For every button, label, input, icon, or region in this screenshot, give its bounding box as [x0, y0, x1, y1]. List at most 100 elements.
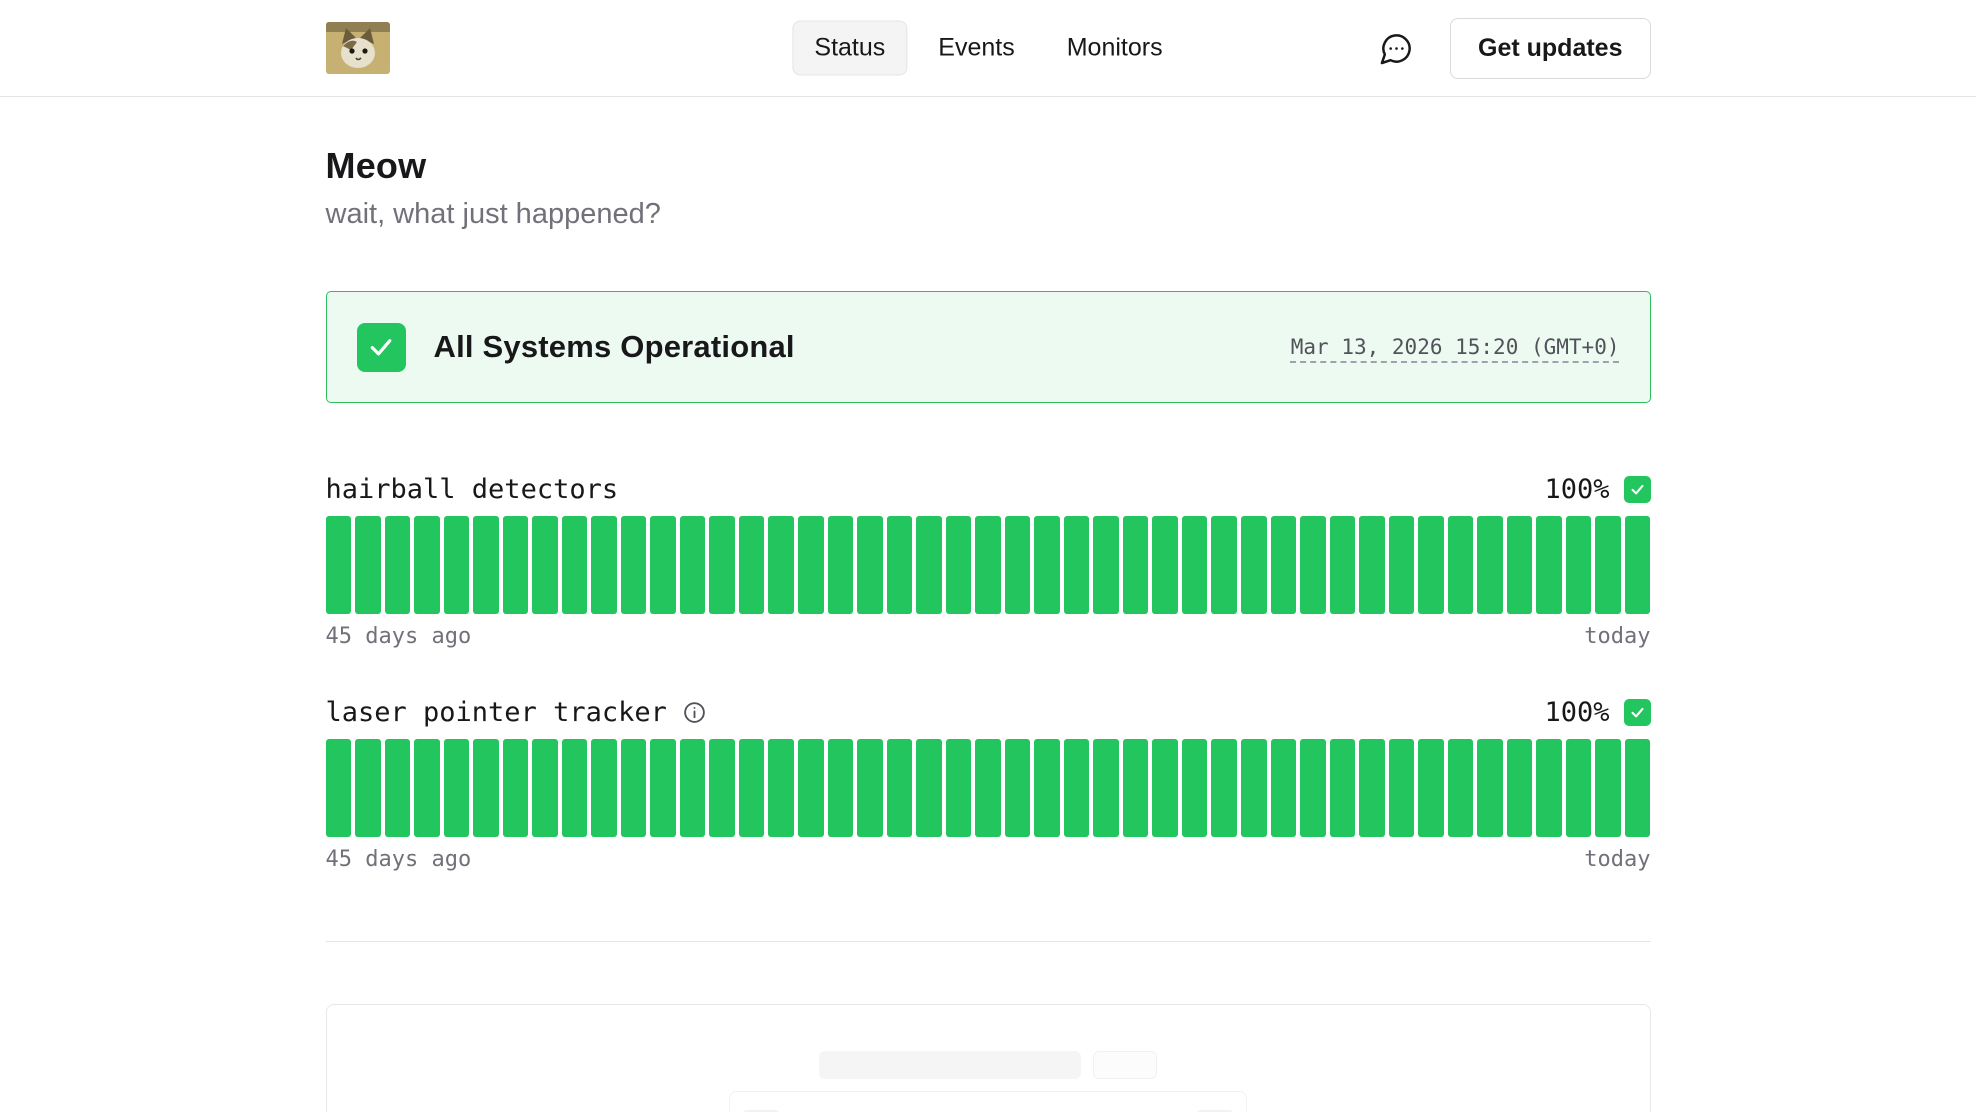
nav-item-events[interactable]: Events [917, 22, 1035, 75]
uptime-bar[interactable] [1566, 516, 1592, 614]
uptime-bar[interactable] [650, 739, 676, 837]
uptime-bar[interactable] [414, 516, 440, 614]
uptime-bar[interactable] [1182, 516, 1208, 614]
uptime-bar[interactable] [444, 516, 470, 614]
uptime-bar[interactable] [1300, 739, 1326, 837]
uptime-bar[interactable] [1625, 516, 1651, 614]
uptime-bar[interactable] [1389, 739, 1415, 837]
uptime-bar[interactable] [503, 516, 529, 614]
uptime-bar[interactable] [621, 739, 647, 837]
nav-item-monitors[interactable]: Monitors [1046, 22, 1184, 75]
uptime-bar[interactable] [798, 739, 824, 837]
uptime-bar[interactable] [916, 739, 942, 837]
uptime-bar[interactable] [1211, 739, 1237, 837]
uptime-bar[interactable] [1418, 516, 1444, 614]
uptime-bar[interactable] [385, 516, 411, 614]
uptime-bar[interactable] [385, 739, 411, 837]
uptime-bar[interactable] [1093, 739, 1119, 837]
uptime-bar[interactable] [1359, 516, 1385, 614]
uptime-bar[interactable] [1064, 516, 1090, 614]
uptime-bar[interactable] [680, 516, 706, 614]
uptime-bar[interactable] [1271, 739, 1297, 837]
uptime-bar[interactable] [946, 516, 972, 614]
uptime-bar[interactable] [857, 739, 883, 837]
uptime-bar[interactable] [1005, 739, 1031, 837]
uptime-bar[interactable] [709, 739, 735, 837]
uptime-bar[interactable] [444, 739, 470, 837]
uptime-bar[interactable] [1625, 739, 1651, 837]
uptime-bar[interactable] [1330, 739, 1356, 837]
uptime-bar[interactable] [1211, 516, 1237, 614]
uptime-bar[interactable] [1093, 516, 1119, 614]
feedback-chat-button[interactable] [1379, 31, 1414, 66]
uptime-bar[interactable] [946, 739, 972, 837]
uptime-bar[interactable] [1595, 516, 1621, 614]
uptime-bar[interactable] [414, 739, 440, 837]
status-timestamp[interactable]: Mar 13, 2026 15:20 (GMT+0) [1291, 335, 1620, 359]
uptime-bar[interactable] [503, 739, 529, 837]
uptime-bar[interactable] [739, 516, 765, 614]
uptime-bar[interactable] [887, 516, 913, 614]
uptime-bar[interactable] [739, 739, 765, 837]
uptime-bar[interactable] [1507, 516, 1533, 614]
uptime-bar[interactable] [798, 516, 824, 614]
uptime-bar[interactable] [1448, 739, 1474, 837]
uptime-bar[interactable] [1389, 516, 1415, 614]
uptime-bar[interactable] [1330, 516, 1356, 614]
uptime-bar[interactable] [326, 739, 352, 837]
uptime-bar[interactable] [1241, 516, 1267, 614]
uptime-bar[interactable] [650, 516, 676, 614]
uptime-bar[interactable] [1182, 739, 1208, 837]
uptime-bar[interactable] [1595, 739, 1621, 837]
uptime-bar[interactable] [473, 516, 499, 614]
uptime-bar[interactable] [355, 516, 381, 614]
uptime-bar[interactable] [1477, 739, 1503, 837]
uptime-bar[interactable] [975, 739, 1001, 837]
uptime-bar[interactable] [1152, 739, 1178, 837]
uptime-bar[interactable] [562, 516, 588, 614]
uptime-bar[interactable] [1536, 739, 1562, 837]
uptime-bar[interactable] [975, 516, 1001, 614]
uptime-bar[interactable] [768, 739, 794, 837]
uptime-bar[interactable] [680, 739, 706, 837]
uptime-bar[interactable] [1300, 516, 1326, 614]
uptime-bar[interactable] [828, 739, 854, 837]
uptime-bar[interactable] [326, 516, 352, 614]
uptime-bar[interactable] [562, 739, 588, 837]
uptime-bar[interactable] [1566, 739, 1592, 837]
uptime-bar[interactable] [591, 739, 617, 837]
track-start-label: 45 days ago [326, 847, 472, 872]
uptime-bar[interactable] [1064, 739, 1090, 837]
uptime-bar[interactable] [1507, 739, 1533, 837]
uptime-bar[interactable] [621, 516, 647, 614]
nav-item-status[interactable]: Status [792, 21, 907, 76]
uptime-bar[interactable] [1271, 516, 1297, 614]
uptime-bar[interactable] [768, 516, 794, 614]
uptime-bar[interactable] [1152, 516, 1178, 614]
uptime-bar[interactable] [1034, 739, 1060, 837]
uptime-bar[interactable] [591, 516, 617, 614]
uptime-bar[interactable] [1418, 739, 1444, 837]
uptime-bar[interactable] [1536, 516, 1562, 614]
uptime-bar[interactable] [532, 739, 558, 837]
uptime-bar[interactable] [1448, 516, 1474, 614]
uptime-bar[interactable] [887, 739, 913, 837]
uptime-bar[interactable] [1477, 516, 1503, 614]
uptime-bar[interactable] [1359, 739, 1385, 837]
uptime-bar[interactable] [1123, 739, 1149, 837]
uptime-bar[interactable] [1034, 516, 1060, 614]
uptime-bar[interactable] [857, 516, 883, 614]
info-icon[interactable] [682, 700, 707, 725]
uptime-bar[interactable] [1123, 516, 1149, 614]
uptime-bar[interactable] [1005, 516, 1031, 614]
uptime-bar[interactable] [709, 516, 735, 614]
uptime-bar[interactable] [1241, 739, 1267, 837]
uptime-bar[interactable] [532, 516, 558, 614]
uptime-bar[interactable] [355, 739, 381, 837]
monitor-name: hairball detectors [326, 474, 619, 505]
uptime-bar[interactable] [473, 739, 499, 837]
uptime-bar[interactable] [828, 516, 854, 614]
logo[interactable] [326, 22, 390, 74]
uptime-bar[interactable] [916, 516, 942, 614]
get-updates-button[interactable]: Get updates [1450, 18, 1650, 79]
